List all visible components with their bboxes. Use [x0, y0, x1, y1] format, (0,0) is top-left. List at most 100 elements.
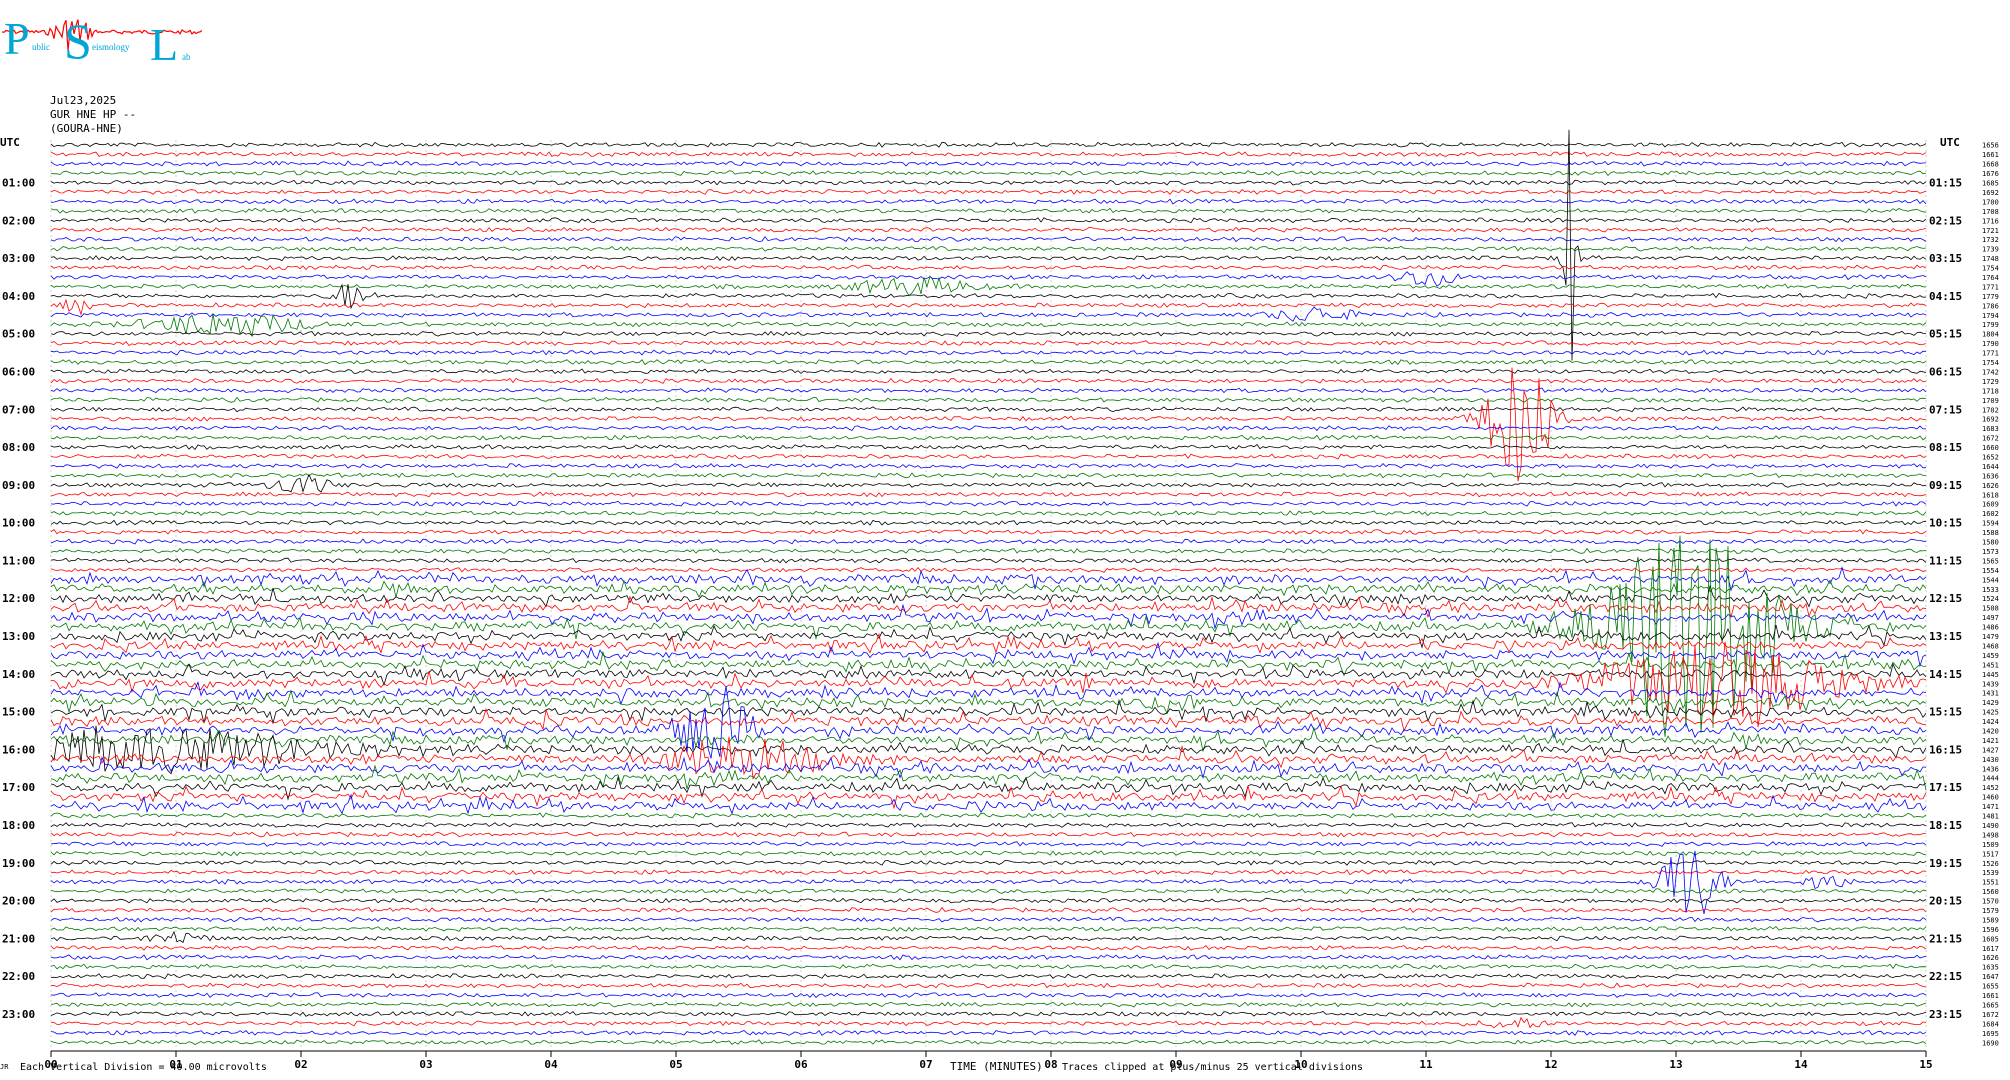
- right-row-value: 1596: [1982, 926, 1999, 934]
- trace-row-63: [50, 726, 1927, 753]
- right-row-value: 1647: [1982, 973, 1999, 981]
- trace-row-40: [50, 519, 1927, 526]
- right-row-value: 1509: [1982, 841, 1999, 849]
- right-hour-label: 01:15: [1929, 177, 1962, 190]
- trace-row-25: [50, 377, 1927, 384]
- trace-row-8: [50, 217, 1927, 224]
- trace-row-76: [50, 859, 1927, 866]
- trace-row-47: [50, 579, 1927, 599]
- right-row-value: 1424: [1982, 718, 1999, 726]
- right-row-value: 1533: [1982, 586, 1999, 594]
- trace-row-88: [50, 973, 1927, 980]
- trace-row-12: [50, 129, 1927, 361]
- left-hour-label: 02:00: [2, 214, 35, 227]
- right-row-value: 1452: [1982, 784, 1999, 792]
- x-tick-label: 04: [544, 1058, 558, 1071]
- trace-row-84: [50, 930, 1927, 944]
- trace-row-30: [50, 425, 1927, 432]
- right-row-value: 1445: [1982, 671, 1999, 679]
- scale-note: Each Vertical Division = 40.00 microvolt…: [20, 1062, 267, 1073]
- right-row-value: 1665: [1982, 1001, 1999, 1009]
- trace-row-32: [50, 444, 1927, 451]
- x-axis-title: TIME (MINUTES): [950, 1060, 1043, 1073]
- right-hour-label: 04:15: [1929, 290, 1962, 303]
- trace-row-90: [50, 992, 1927, 998]
- right-row-value: 1588: [1982, 529, 1999, 537]
- right-row-value: 1451: [1982, 661, 1999, 669]
- trace-row-28: [50, 406, 1927, 413]
- right-row-value: 1708: [1982, 208, 1999, 216]
- trace-row-82: [50, 916, 1927, 923]
- right-row-value: 1420: [1982, 727, 1999, 735]
- right-row-value: 1570: [1982, 898, 1999, 906]
- right-row-value: 1683: [1982, 425, 1999, 433]
- trace-row-10: [50, 236, 1927, 243]
- right-row-value: 1490: [1982, 822, 1999, 830]
- left-hour-label: 04:00: [2, 290, 35, 303]
- trace-row-94: [50, 1029, 1927, 1036]
- trace-row-4: [50, 179, 1927, 186]
- trace-row-92: [50, 1011, 1927, 1017]
- right-hour-label: 16:15: [1929, 743, 1962, 756]
- right-hour-label: 07:15: [1929, 403, 1962, 416]
- right-row-value: 1436: [1982, 765, 1999, 773]
- right-hour-label: 15:15: [1929, 706, 1962, 719]
- right-row-value: 1672: [1982, 1011, 1999, 1019]
- right-row-value: 1702: [1982, 406, 1999, 414]
- right-row-value: 1431: [1982, 690, 1999, 698]
- trace-row-22: [50, 349, 1927, 356]
- trace-row-83: [50, 925, 1927, 932]
- trace-row-42: [50, 538, 1927, 545]
- trace-row-75: [50, 850, 1927, 857]
- right-hour-label: 18:15: [1929, 819, 1962, 832]
- right-row-value: 1626: [1982, 954, 1999, 962]
- right-row-value: 1690: [1982, 1039, 1999, 1047]
- trace-row-38: [50, 500, 1927, 507]
- x-tick-label: 06: [794, 1058, 808, 1071]
- trace-row-16: [50, 283, 1927, 310]
- right-row-value: 1481: [1982, 813, 1999, 821]
- right-row-value: 1526: [1982, 860, 1999, 868]
- right-hour-label: 23:15: [1929, 1008, 1962, 1021]
- right-row-value: 1579: [1982, 907, 1999, 915]
- right-row-value: 1644: [1982, 463, 1999, 471]
- right-hour-label: 19:15: [1929, 857, 1962, 870]
- trace-row-79: [50, 888, 1927, 895]
- trace-row-89: [50, 982, 1927, 989]
- right-hour-label: 22:15: [1929, 970, 1962, 983]
- right-row-value: 1539: [1982, 869, 1999, 877]
- right-row-value: 1771: [1982, 283, 1999, 291]
- right-row-value: 1635: [1982, 964, 1999, 972]
- right-row-values: 1656166116681676168516921700170817161721…: [1982, 142, 1999, 1048]
- right-row-value: 1721: [1982, 227, 1999, 235]
- trace-row-29: [50, 367, 1927, 482]
- trace-row-74: [50, 840, 1927, 847]
- trace-row-69: [50, 785, 1927, 810]
- left-hour-label: 20:00: [2, 895, 35, 908]
- right-row-value: 1508: [1982, 605, 1999, 613]
- trace-row-81: [50, 906, 1927, 913]
- right-row-value: 1790: [1982, 340, 1999, 348]
- right-row-value: 1573: [1982, 548, 1999, 556]
- right-row-value: 1594: [1982, 520, 1999, 528]
- right-row-value: 1421: [1982, 737, 1999, 745]
- trace-row-31: [50, 434, 1927, 441]
- right-row-value: 1676: [1982, 170, 1999, 178]
- right-row-value: 1429: [1982, 699, 1999, 707]
- right-row-value: 1779: [1982, 293, 1999, 301]
- right-hour-label: 13:15: [1929, 630, 1962, 643]
- right-row-value: 1732: [1982, 236, 1999, 244]
- left-hour-label: 06:00: [2, 365, 35, 378]
- x-tick-label: 12: [1544, 1058, 1557, 1071]
- corner-mark: JR: [0, 1063, 9, 1071]
- trace-row-43: [50, 547, 1927, 554]
- trace-row-1: [50, 151, 1927, 158]
- trace-row-44: [50, 557, 1927, 564]
- trace-row-72: [50, 822, 1927, 828]
- x-tick-label: 05: [669, 1058, 682, 1071]
- x-tick-label: 13: [1669, 1058, 1682, 1071]
- right-row-value: 1636: [1982, 472, 1999, 480]
- right-row-value: 1439: [1982, 680, 1999, 688]
- right-row-value: 1692: [1982, 189, 1999, 197]
- trace-row-35: [50, 472, 1927, 479]
